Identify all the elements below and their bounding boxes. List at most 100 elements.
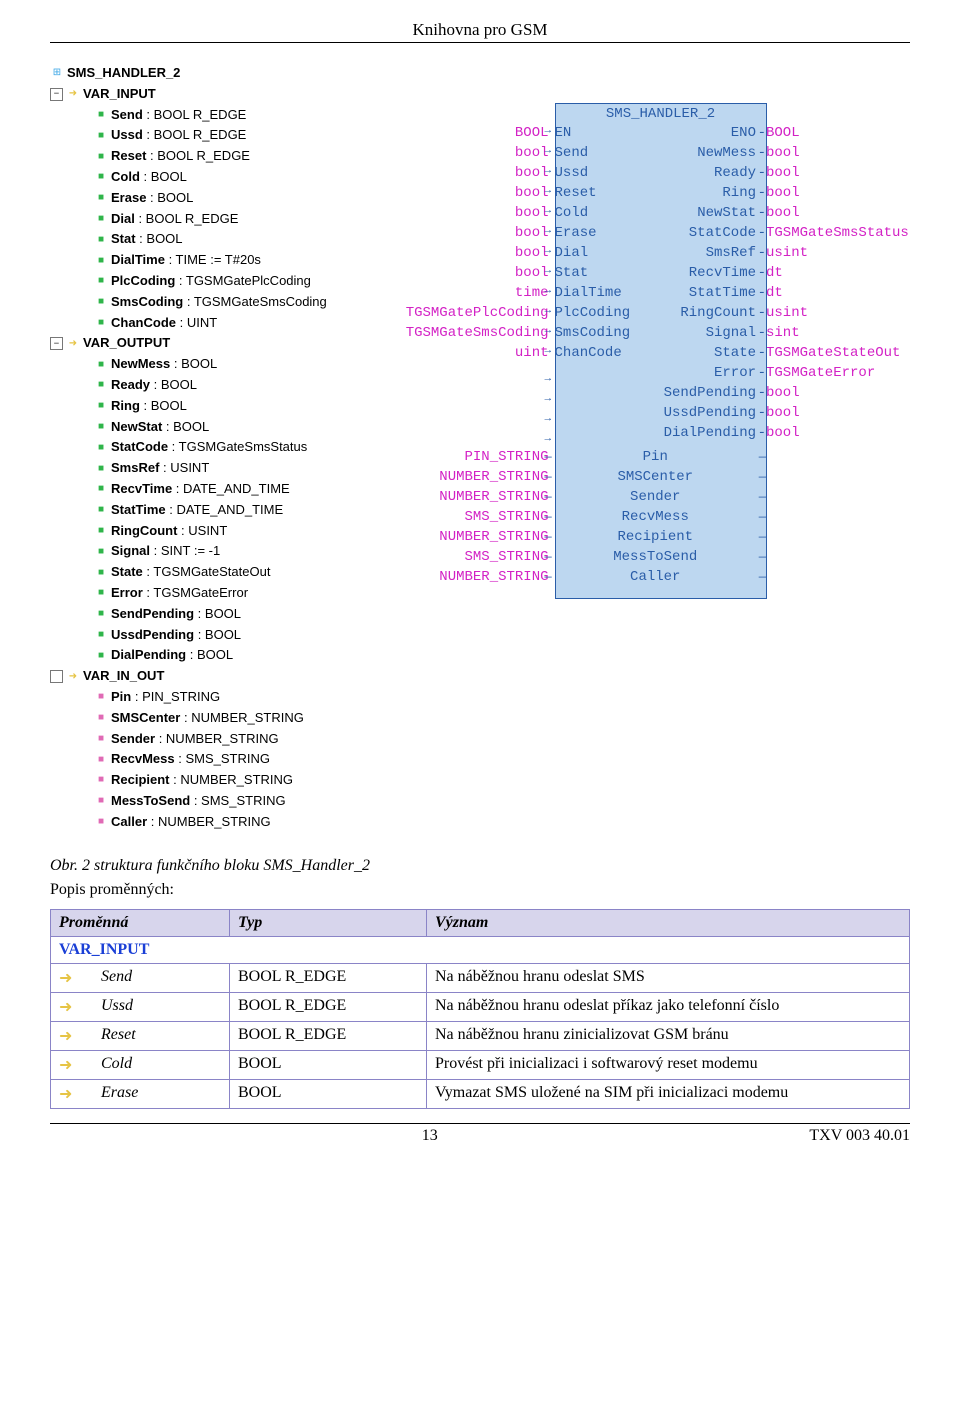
var-icon: ■	[94, 399, 108, 413]
pin-in-name: Reset	[551, 185, 655, 201]
cell-name: Cold	[93, 1051, 230, 1080]
var-icon: ■	[94, 274, 108, 288]
pin-out-type: TGSMGateError	[760, 365, 910, 381]
pin-out-type: bool	[760, 145, 910, 161]
pin-in-name: SmsCoding	[551, 325, 655, 341]
pin-out-type: usint	[760, 305, 910, 321]
pin-out-name: StatTime	[655, 285, 760, 301]
pin-in-type: TGSMGatePlcCoding	[357, 305, 551, 321]
pin-row: boolEraseStatCodeTGSMGateSmsStatus	[357, 223, 910, 243]
table-row: ➜EraseBOOLVymazat SMS uložené na SIM při…	[51, 1080, 910, 1109]
var-icon: ■	[94, 482, 108, 496]
expand-icon[interactable]: −	[50, 337, 63, 350]
arrow-icon: ➜	[59, 1084, 73, 1098]
var-icon: ■	[94, 378, 108, 392]
pin-row: boolStatRecvTimedt	[357, 263, 910, 283]
pin-row: boolColdNewStatbool	[357, 203, 910, 223]
section-var-input: VAR_INPUT	[51, 937, 910, 964]
tree-line: ■Reset : BOOL R_EDGE	[50, 146, 347, 167]
tree-line: ■Dial : BOOL R_EDGE	[50, 209, 347, 230]
table-row: ➜ResetBOOL R_EDGENa náběžnou hranu zinic…	[51, 1022, 910, 1051]
var-icon: ■	[94, 420, 108, 434]
var-icon: ■	[94, 566, 108, 580]
pin-inout-name: RecvMess	[551, 509, 760, 525]
pin-inout-type: NUMBER_STRING	[357, 489, 551, 505]
var-icon: ■	[94, 607, 108, 621]
pin-row: boolResetRingbool	[357, 183, 910, 203]
pin-out-type: usint	[760, 245, 910, 261]
pin-in-type: time	[357, 285, 551, 301]
tree-line: ■Ussd : BOOL R_EDGE	[50, 125, 347, 146]
tree-line: ■Stat : BOOL	[50, 229, 347, 250]
pin-out-name: RecvTime	[655, 265, 760, 281]
var-icon: ■	[94, 815, 108, 829]
pin-in-type: bool	[357, 225, 551, 241]
pin-in-name: Cold	[551, 205, 655, 221]
tree-line: −➜VAR_INPUT	[50, 84, 347, 105]
th-meaning: Význam	[427, 910, 910, 937]
tree-line: ⊞SMS_HANDLER_2	[50, 63, 347, 84]
var-icon: ■	[94, 628, 108, 642]
cell-name: Ussd	[93, 993, 230, 1022]
var-icon: ■	[94, 233, 108, 247]
folder-icon: ➜	[66, 670, 80, 684]
expand-icon[interactable]	[50, 670, 63, 683]
tree-line: ■UssdPending : BOOL	[50, 625, 347, 646]
cell-type: BOOL R_EDGE	[230, 1022, 427, 1051]
pin-inout-type: SMS_STRING	[357, 509, 551, 525]
tree-line: ■State : TGSMGateStateOut	[50, 562, 347, 583]
tree-line: ■SMSCenter : NUMBER_STRING	[50, 708, 347, 729]
var-icon: ■	[94, 545, 108, 559]
pin-out-type: bool	[760, 385, 910, 401]
pin-out-type: sint	[760, 325, 910, 341]
pin-in-type: bool	[357, 245, 551, 261]
folder-icon: ➜	[66, 87, 80, 101]
tree-line: ■RingCount : USINT	[50, 521, 347, 542]
tree-line: ■SmsRef : USINT	[50, 458, 347, 479]
pin-out-type: bool	[760, 185, 910, 201]
cell-name: Erase	[93, 1080, 230, 1109]
arrow-icon: ➜	[59, 1026, 73, 1040]
var-icon: ■	[94, 295, 108, 309]
pin-out-name: NewMess	[655, 145, 760, 161]
cell-type: BOOL R_EDGE	[230, 993, 427, 1022]
th-type: Typ	[230, 910, 427, 937]
pin-out-name: RingCount	[655, 305, 760, 321]
pin-out-name: SmsRef	[655, 245, 760, 261]
pin-in-name: Erase	[551, 225, 655, 241]
var-icon: ■	[94, 462, 108, 476]
pin-inout-name: SMSCenter	[551, 469, 760, 485]
cell-type: BOOL	[230, 1051, 427, 1080]
var-icon: ■	[94, 524, 108, 538]
pin-row: timeDialTimeStatTimedt	[357, 283, 910, 303]
pin-inout-name: MessToSend	[551, 549, 760, 565]
table-row: ➜SendBOOL R_EDGENa náběžnou hranu odesla…	[51, 964, 910, 993]
pin-inout-row: PIN_STRINGPin	[357, 447, 910, 467]
var-icon: ■	[94, 503, 108, 517]
pin-row: boolDialSmsRefusint	[357, 243, 910, 263]
pin-in-type: BOOL	[357, 125, 551, 141]
pin-out-type: TGSMGateSmsStatus	[760, 225, 910, 241]
pin-inout-row: NUMBER_STRINGSMSCenter	[357, 467, 910, 487]
tree-line: ■MessToSend : SMS_STRING	[50, 791, 347, 812]
tree-line: ■DialPending : BOOL	[50, 645, 347, 666]
pin-in-name: EN	[551, 125, 655, 141]
pin-in-type: bool	[357, 265, 551, 281]
tree-line: ■Error : TGSMGateError	[50, 583, 347, 604]
tree-line: ➜VAR_IN_OUT	[50, 666, 347, 687]
pin-in-name: DialTime	[551, 285, 655, 301]
var-icon: ■	[94, 753, 108, 767]
pin-inout-type: SMS_STRING	[357, 549, 551, 565]
page-header: Knihovna pro GSM	[50, 20, 910, 43]
var-icon: ■	[94, 316, 108, 330]
expand-icon[interactable]: −	[50, 88, 63, 101]
cell-type: BOOL	[230, 1080, 427, 1109]
cell-meaning: Na náběžnou hranu odeslat SMS	[427, 964, 910, 993]
pin-in-type: bool	[357, 185, 551, 201]
pin-in-name: Stat	[551, 265, 655, 281]
tree-line: ■Send : BOOL R_EDGE	[50, 105, 347, 126]
pin-inout-type: NUMBER_STRING	[357, 529, 551, 545]
tree-line: −➜VAR_OUTPUT	[50, 333, 347, 354]
pin-out-name: NewStat	[655, 205, 760, 221]
pin-inout-row: NUMBER_STRINGRecipient	[357, 527, 910, 547]
